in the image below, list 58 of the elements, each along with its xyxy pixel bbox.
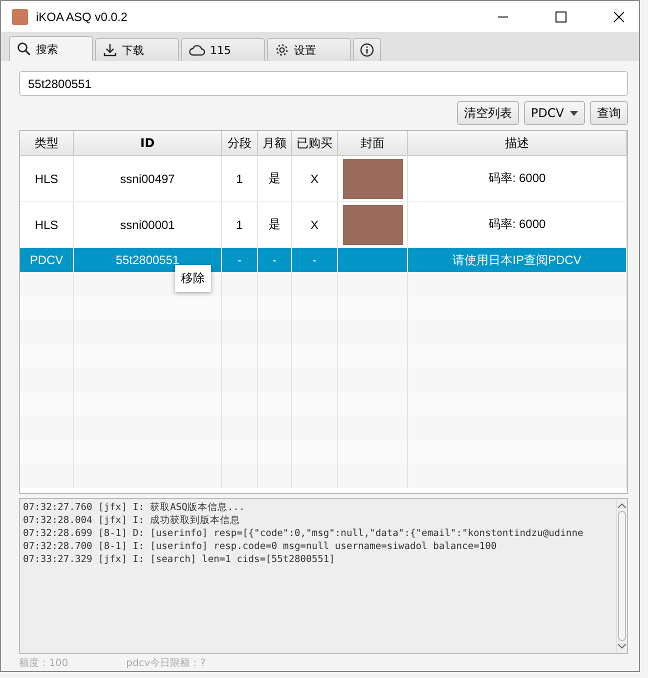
table-cell: X: [310, 172, 318, 186]
cloud-icon: [189, 44, 205, 56]
mode-dropdown[interactable]: PDCV: [524, 101, 585, 126]
tab[interactable]: 下载: [95, 38, 179, 61]
table-cell: 55t2800551: [116, 253, 180, 268]
search-icon: [17, 42, 31, 56]
column-header[interactable]: ID: [74, 131, 222, 156]
menu-item[interactable]: 移除: [175, 268, 211, 290]
app-logo-icon: [12, 8, 28, 24]
table-cell: HLS: [34, 172, 58, 186]
query-button[interactable]: 查询: [590, 101, 628, 126]
scrollbar[interactable]: [616, 499, 627, 654]
tab[interactable]: [353, 38, 381, 61]
window-title: iKOA ASQ v0.0.2: [36, 10, 128, 24]
scroll-up-icon[interactable]: [618, 503, 626, 508]
info-icon: [360, 43, 374, 57]
caret-icon: [570, 110, 578, 116]
column-header[interactable]: 分段: [222, 131, 258, 156]
table-cell: X: [310, 218, 318, 232]
table-row[interactable]: HLS ssni00497 1 是 X 码率: 6000: [20, 156, 627, 202]
table-cell: -: [272, 253, 276, 268]
table-cell: -: [312, 253, 316, 268]
scroll-down-icon[interactable]: [618, 644, 626, 650]
log-line: 07:32:28.004 [jfx] I: 成功获取到版本信息: [23, 514, 242, 528]
table-cell: 码率: 6000: [488, 216, 546, 234]
log-line: 07:33:27.329 [jfx] I: [search] len=1 cids=[55t2800551]: [23, 553, 336, 566]
table-cell: -: [238, 253, 242, 268]
tab[interactable]: 设置: [267, 38, 351, 61]
table-cell: ssni00497: [120, 172, 175, 186]
table-cell: 是: [268, 216, 280, 234]
table-cell: HLS: [34, 218, 58, 232]
table-cell: 1: [236, 218, 243, 232]
pdcv-limit-label: pdcv今日限额：?: [126, 656, 206, 670]
table-cell: 请使用日本IP查阅PDCV: [452, 252, 582, 269]
quota-label: 额度：100: [19, 656, 68, 670]
table-cell: 1: [236, 172, 243, 186]
maximize-icon[interactable]: [555, 10, 567, 22]
table-row[interactable]: HLS ssni00001 1 是 X 码率: 6000: [20, 202, 627, 248]
search-field[interactable]: 55t2800551: [19, 71, 628, 96]
column-header[interactable]: 描述: [408, 131, 627, 156]
table-cell: 是: [268, 170, 280, 188]
download-icon: [103, 43, 117, 57]
column-header[interactable]: 封面: [338, 131, 408, 156]
scrollbar-thumb[interactable]: [618, 511, 626, 642]
column-header[interactable]: 类型: [20, 131, 74, 156]
close-icon[interactable]: [613, 10, 625, 22]
table-cell: PDCV: [30, 253, 64, 268]
table-cell: 码率: 6000: [488, 170, 546, 188]
column-header[interactable]: 月额: [258, 131, 292, 156]
column-header[interactable]: 已购买: [292, 131, 338, 156]
tab[interactable]: 搜索: [9, 36, 93, 61]
log-line: 07:32:27.760 [jfx] I: 获取ASQ版本信息...: [23, 501, 246, 514]
log-line: 07:32:28.700 [8-1] I: [userinfo] resp.code=0 msg=null username=siwadol balance=100: [23, 540, 498, 554]
log-line: 07:32:28.699 [8-1] D: [userinfo] resp=[{"code":0,"msg":null,"data":{"email":"konstontindzu@udinne: [23, 527, 584, 540]
settings-icon: [275, 43, 289, 57]
tab[interactable]: 115: [181, 38, 265, 61]
table-cell: ssni00001: [120, 218, 175, 232]
clear-list-button[interactable]: 清空列表: [456, 101, 519, 126]
